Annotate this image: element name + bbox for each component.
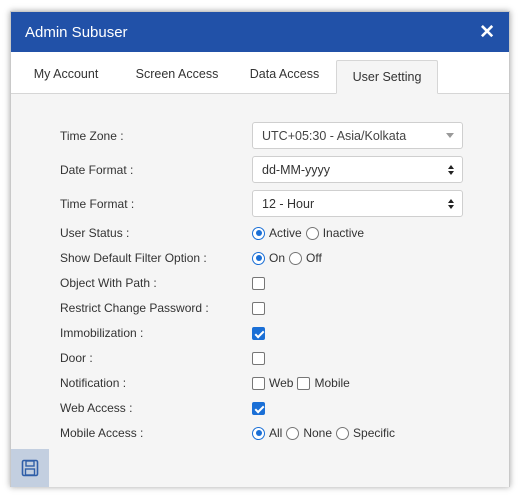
- restrict-change-password-checkbox[interactable]: [252, 301, 265, 315]
- object-with-path-checkbox[interactable]: [252, 276, 265, 290]
- dialog-title: Admin Subuser: [25, 23, 128, 41]
- web-access-row: Web Access :: [60, 401, 480, 415]
- date-format-label: Date Format :: [60, 162, 134, 177]
- notification-web-option[interactable]: Web: [252, 376, 293, 390]
- time-zone-value: UTC+05:30 - Asia/Kolkata: [262, 128, 407, 143]
- up-down-arrows-icon: [448, 164, 454, 175]
- mobile-access-all-option[interactable]: All: [252, 426, 282, 440]
- notification-mobile-option[interactable]: Mobile: [297, 376, 350, 390]
- time-format-value: 12 - Hour: [262, 196, 315, 211]
- user-status-active-option[interactable]: Active: [252, 226, 302, 240]
- tab-user-setting[interactable]: User Setting: [336, 60, 438, 94]
- immobilization-label: Immobilization :: [60, 326, 144, 340]
- door-row: Door :: [60, 351, 480, 365]
- immobilization-checkbox[interactable]: [252, 326, 265, 340]
- save-button[interactable]: [11, 449, 49, 487]
- tab-screen-access[interactable]: Screen Access: [121, 59, 233, 89]
- chevron-down-icon: [446, 133, 454, 138]
- door-checkbox[interactable]: [252, 351, 265, 365]
- notification-mobile-label: Mobile: [314, 376, 350, 390]
- mobile-access-all-radio[interactable]: [252, 426, 265, 440]
- notification-web-checkbox[interactable]: [252, 376, 265, 390]
- mobile-access-row: Mobile Access : All None Specific: [60, 426, 480, 440]
- close-icon[interactable]: ✕: [479, 23, 495, 42]
- notification-mobile-checkbox[interactable]: [297, 376, 311, 390]
- user-status-active-label: Active: [269, 226, 302, 240]
- save-icon: [21, 459, 39, 477]
- time-zone-label: Time Zone :: [60, 128, 124, 143]
- restrict-change-password-row: Restrict Change Password :: [60, 301, 480, 315]
- user-status-row: User Status : Active Inactive: [60, 226, 480, 240]
- door-label: Door :: [60, 351, 93, 365]
- default-filter-on-radio[interactable]: [252, 251, 265, 265]
- mobile-access-specific-option[interactable]: Specific: [336, 426, 395, 440]
- web-access-checkbox[interactable]: [252, 401, 265, 415]
- time-zone-row: Time Zone : UTC+05:30 - Asia/Kolkata: [60, 122, 480, 149]
- user-setting-panel: Time Zone : UTC+05:30 - Asia/Kolkata Dat…: [11, 94, 509, 487]
- mobile-access-none-radio[interactable]: [286, 426, 300, 440]
- default-filter-off-radio[interactable]: [289, 251, 303, 265]
- default-filter-on-label: On: [269, 251, 286, 265]
- mobile-access-specific-label: Specific: [353, 426, 396, 440]
- time-format-row: Time Format : 12 - Hour: [60, 190, 480, 217]
- web-access-label: Web Access :: [60, 401, 133, 415]
- notification-row: Notification : Web Mobile: [60, 376, 480, 390]
- mobile-access-specific-radio[interactable]: [336, 426, 350, 440]
- default-filter-label: Show Default Filter Option :: [60, 251, 207, 265]
- user-status-inactive-label: Inactive: [322, 226, 365, 240]
- object-with-path-row: Object With Path :: [60, 276, 480, 290]
- time-zone-select[interactable]: UTC+05:30 - Asia/Kolkata: [252, 122, 463, 149]
- dialog-titlebar: Admin Subuser ✕: [11, 12, 509, 52]
- user-status-label: User Status :: [60, 226, 130, 240]
- up-down-arrows-icon: [448, 198, 454, 209]
- date-format-select[interactable]: dd-MM-yyyy: [252, 156, 463, 183]
- time-format-select[interactable]: 12 - Hour: [252, 190, 463, 217]
- mobile-access-none-option[interactable]: None: [286, 426, 332, 440]
- default-filter-on-option[interactable]: On: [252, 251, 285, 265]
- mobile-access-none-label: None: [303, 426, 333, 440]
- notification-web-label: Web: [269, 376, 294, 390]
- restrict-change-password-label: Restrict Change Password :: [60, 301, 209, 315]
- tab-my-account[interactable]: My Account: [11, 59, 121, 89]
- user-status-inactive-option[interactable]: Inactive: [305, 226, 365, 240]
- tab-data-access[interactable]: Data Access: [233, 59, 336, 89]
- user-status-active-radio[interactable]: [252, 226, 265, 240]
- mobile-access-all-label: All: [269, 426, 283, 440]
- default-filter-row: Show Default Filter Option : On Off: [60, 251, 480, 265]
- immobilization-row: Immobilization :: [60, 326, 480, 340]
- default-filter-off-label: Off: [306, 251, 322, 265]
- admin-subuser-dialog: Admin Subuser ✕ My Account Screen Access…: [10, 11, 510, 487]
- time-format-label: Time Format :: [60, 196, 135, 211]
- default-filter-off-option[interactable]: Off: [289, 251, 322, 265]
- date-format-row: Date Format : dd-MM-yyyy: [60, 156, 480, 183]
- notification-label: Notification :: [60, 376, 127, 390]
- mobile-access-label: Mobile Access :: [60, 426, 144, 440]
- date-format-value: dd-MM-yyyy: [262, 162, 331, 177]
- tab-bar: My Account Screen Access Data Access Use…: [11, 52, 509, 94]
- user-status-inactive-radio[interactable]: [305, 226, 319, 240]
- object-with-path-label: Object With Path :: [60, 276, 157, 290]
